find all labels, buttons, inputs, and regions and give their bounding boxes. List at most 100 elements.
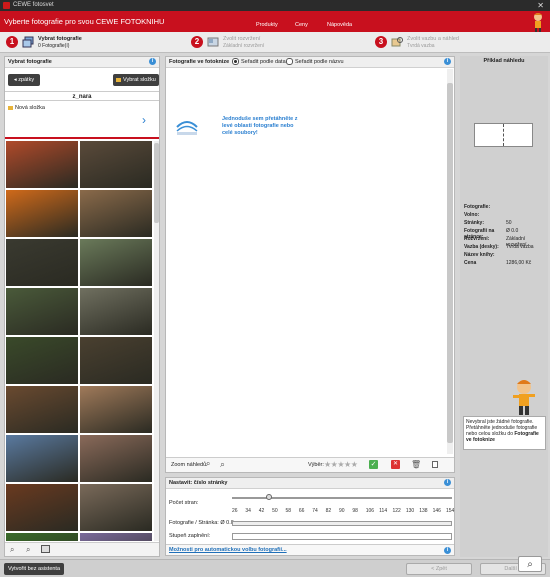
photo-thumbnail[interactable] [80, 386, 152, 433]
book-photos-panel: Fotografie ve fotoknize Seřadit podle da… [165, 56, 455, 473]
exit-assistant-button[interactable]: Vytvořit bez asistenta [4, 563, 64, 575]
detail-value: Ø 0.0 [506, 228, 519, 234]
photo-thumbnail[interactable] [80, 239, 152, 286]
slider-tick-label: 50 [272, 508, 278, 514]
detail-value: 1286,00 Kč [506, 260, 532, 266]
summary-sidebar: Příklad náhledu Fotografie: Volno: Stránky… [460, 56, 548, 557]
window-titlebar: CEWE fotosvet ✕ [0, 0, 550, 11]
slider-tick-label: 42 [258, 508, 265, 514]
photo-thumbnail[interactable] [80, 337, 152, 384]
layout-icon [207, 37, 219, 47]
slider-tick-label: 74 [312, 508, 318, 514]
photo-thumbnail[interactable] [6, 190, 78, 237]
chevron-right-icon[interactable]: › [142, 113, 146, 127]
book-preview [474, 123, 533, 147]
info-icon[interactable]: i [149, 58, 156, 65]
panel-title: Fotografie ve fotoknize [169, 59, 230, 65]
scrollbar-thumb[interactable] [447, 83, 453, 443]
steps-bar: 1 Vybrat fotografie 0 Fotografie(í) 2 Zv… [0, 32, 550, 53]
detail-key: Název knihy: [464, 252, 495, 258]
thumbnail-grid [6, 141, 153, 541]
scrollbar[interactable] [447, 69, 453, 454]
photo-thumbnail[interactable] [6, 533, 78, 541]
step-title: Vybrat fotografie [38, 36, 82, 42]
step-subtitle: 0 Fotografie(í) [38, 43, 70, 49]
slider-tick-label: 98 [352, 508, 358, 514]
step-subtitle: Základní rozvržení [223, 43, 265, 49]
photo-thumbnail[interactable] [6, 484, 78, 531]
trash-icon[interactable]: 🗑 [411, 460, 421, 469]
step-title: Zvolit vazbu a náhled [407, 36, 459, 42]
step-3[interactable]: 3 Zvolit vazbu a náhled Tvrdá vazba [375, 34, 545, 51]
info-icon[interactable]: i [444, 547, 451, 554]
photo-thumbnail[interactable] [80, 435, 152, 482]
info-icon[interactable]: i [444, 479, 451, 486]
photo-browser-panel: Vybrat fotografie i ◂ zpátky Vybrat slož… [4, 56, 160, 557]
assistant-mascot-icon [513, 380, 535, 415]
star-rating[interactable]: ★★★★★ [324, 460, 358, 469]
sort-by-date-radio[interactable]: Seřadit podle data [232, 57, 286, 67]
photo-thumbnail[interactable] [6, 386, 78, 433]
book-spine [503, 124, 504, 146]
nav-produkty[interactable]: Produkty [256, 22, 278, 28]
drag-drop-icon [176, 121, 198, 135]
photo-thumbnail[interactable] [80, 288, 152, 335]
photo-thumbnail[interactable] [80, 533, 152, 541]
zoom-out-icon[interactable]: ⌕ [10, 545, 14, 555]
folder-icon [8, 105, 13, 110]
info-icon[interactable]: i [444, 58, 451, 65]
pages-label: Počet stran: [169, 500, 199, 506]
slider-tick-label: 122 [392, 508, 401, 514]
page-title: Vyberte fotografie pro svou CEWE FOTOKNI… [4, 17, 165, 26]
step-2[interactable]: 2 Zvolit rozvržení Základní rozvržení [191, 34, 361, 51]
detail-key: Rozvržení: [464, 236, 490, 242]
folder-item[interactable]: Nová složka [8, 105, 45, 111]
zoom-in-icon[interactable]: ⌕ [220, 459, 225, 470]
center-toolbar: Zoom náhledů: ⌕ ⌕ Výběr: ★★★★★ ✓ ✕ 🗑 [166, 457, 454, 472]
nav-ceny[interactable]: Ceny [295, 22, 308, 28]
zoom-out-icon[interactable]: ⌕ [206, 459, 210, 469]
scrollbar-thumb[interactable] [154, 143, 159, 223]
sort-date-label: Seřadit podle data [241, 59, 286, 65]
photo-thumbnail[interactable] [6, 288, 78, 335]
pick-folder-button[interactable]: Vybrat složku [113, 74, 159, 86]
photo-thumbnail[interactable] [6, 141, 78, 188]
photo-thumbnail[interactable] [6, 435, 78, 482]
slider-tick-label: 154 [446, 508, 455, 514]
slider-tick-label: 146 [432, 508, 441, 514]
pick-folder-label: Vybrat složku [123, 77, 156, 83]
drop-hint: Jednoduše sem přetáhněte z levé oblasti … [222, 116, 298, 136]
slider-handle[interactable] [266, 494, 273, 500]
current-folder: z_nara [5, 91, 159, 101]
select-all-icon[interactable]: ✓ [369, 460, 378, 469]
photo-thumbnail[interactable] [80, 190, 152, 237]
close-icon[interactable]: ✕ [537, 0, 544, 11]
step-title: Zvolit rozvržení [223, 36, 261, 42]
fill-label: Stupeň zaplnění: [169, 533, 211, 539]
nav-napoveda[interactable]: Nápověda [327, 22, 352, 28]
back-label: zpátky [18, 77, 35, 83]
view-toggle-icon[interactable] [41, 545, 50, 553]
select-label: Výběr: [308, 462, 324, 468]
photo-thumbnail[interactable] [80, 141, 152, 188]
copy-icon[interactable] [432, 461, 438, 468]
photo-thumbnail[interactable] [80, 484, 152, 531]
step-1[interactable]: 1 Vybrat fotografie 0 Fotografie(í) [6, 34, 176, 51]
photo-thumbnail[interactable] [6, 239, 78, 286]
detail-key: Stránky: [464, 220, 485, 226]
auto-select-link[interactable]: Možnosti pro automatickou volbu fotograf… [169, 547, 287, 553]
sort-by-name-radio[interactable]: Seřadit podle názvu [286, 57, 344, 67]
zoom-in-icon[interactable]: ⌕ [26, 545, 30, 555]
magnifier-icon[interactable]: ⌕ [518, 556, 542, 572]
step-number: 3 [375, 36, 387, 48]
photos-per-page-bar [232, 521, 452, 526]
back-button[interactable]: ◂ zpátky [8, 74, 40, 86]
back-step-button[interactable]: < Zpět [406, 563, 472, 575]
photo-thumbnail[interactable] [6, 337, 78, 384]
detail-key: Fotografie: [464, 204, 491, 210]
deselect-icon[interactable]: ✕ [391, 460, 400, 469]
scrollbar[interactable] [154, 141, 159, 541]
page-slider[interactable] [232, 494, 452, 500]
panel-header: Nastavit: číslo stránky i [166, 478, 454, 489]
detail-key: Vazba (desky): [464, 244, 499, 250]
